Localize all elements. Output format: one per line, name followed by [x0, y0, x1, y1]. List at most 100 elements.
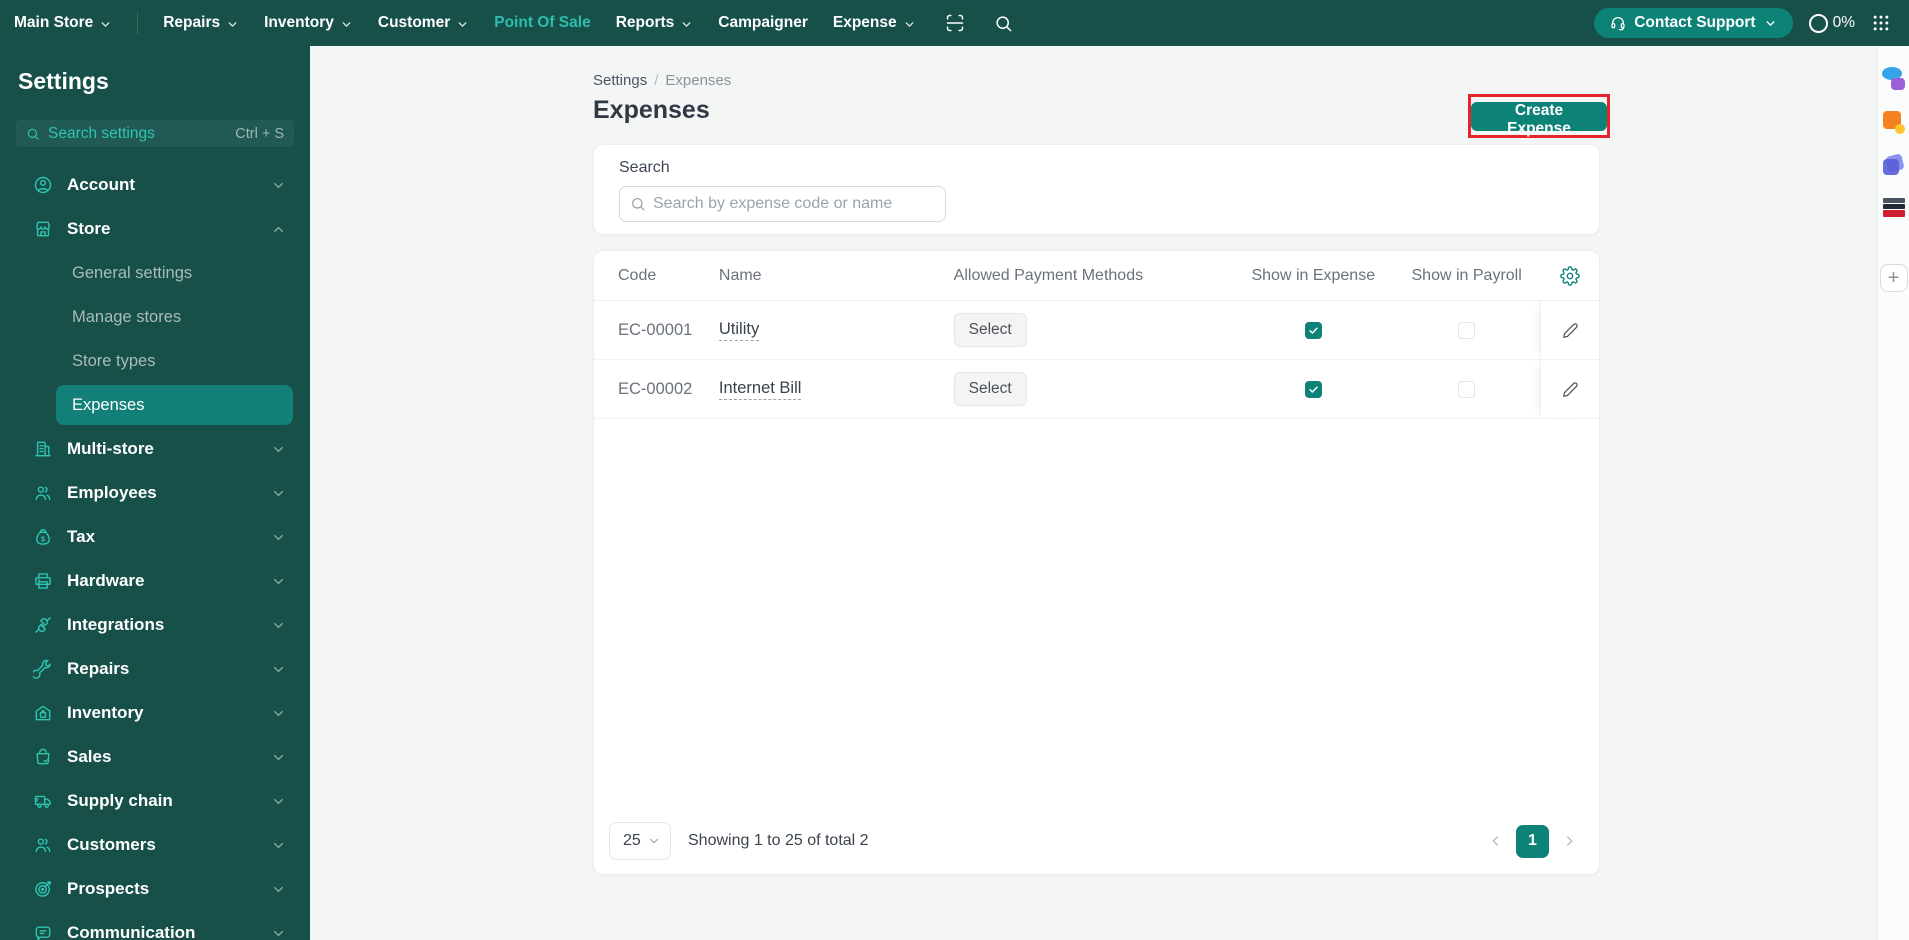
table-actions-header	[1540, 251, 1599, 300]
sidebar-item-inventory[interactable]: Inventory	[0, 691, 310, 735]
chevron-down-icon	[271, 574, 286, 589]
nav-item-inventory[interactable]: Inventory	[264, 14, 353, 32]
breadcrumb-settings-link[interactable]: Settings	[593, 72, 647, 89]
nav-item-reports[interactable]: Reports	[616, 14, 694, 32]
sidebar-item-label: Prospects	[67, 879, 150, 898]
app-grid-icon[interactable]	[1871, 13, 1891, 33]
sidebar-item-label: Inventory	[67, 703, 144, 722]
global-search-icon[interactable]	[994, 14, 1013, 33]
sidebar-item-multi-store[interactable]: Multi-store	[0, 427, 310, 471]
sidebar-item-label: Supply chain	[67, 791, 173, 810]
nav-item-customer[interactable]: Customer	[378, 14, 469, 32]
breadcrumb-separator: /	[654, 72, 659, 89]
sidebar-item-repairs[interactable]: Repairs	[0, 647, 310, 691]
usage-percent: 0%	[1832, 14, 1855, 31]
money-bag-icon: $	[33, 527, 53, 547]
edit-expense-button[interactable]	[1558, 318, 1583, 343]
chevron-down-icon	[456, 18, 469, 31]
settings-sidebar: Settings Search settings Ctrl + S Accoun…	[0, 46, 310, 940]
chevron-down-icon	[903, 18, 916, 31]
sidebar-item-account[interactable]: Account	[0, 163, 310, 207]
expense-search-input[interactable]	[653, 195, 935, 213]
sidebar-subitem-label: Expenses	[72, 395, 145, 414]
page-size-value: 25	[623, 832, 641, 849]
sidebar-subitem-store-types[interactable]: Store types	[0, 339, 310, 383]
chevron-down-icon	[271, 618, 286, 633]
red-stack-app-icon[interactable]	[1881, 195, 1907, 221]
sidebar-item-label: Employees	[67, 483, 157, 502]
expense-search-field	[619, 186, 946, 222]
allowed-payment-methods-cell: Select	[953, 313, 1234, 347]
show-in-payroll-checkbox-unchecked[interactable]	[1458, 380, 1476, 398]
sidebar-subitem-general-settings[interactable]: General settings	[0, 251, 310, 295]
sidebar-item-store[interactable]: Store	[0, 207, 310, 251]
sidebar-item-integrations[interactable]: Integrations	[0, 603, 310, 647]
main-content: Settings / Expenses Expenses Create Expe…	[310, 46, 1909, 940]
settings-search-input[interactable]: Search settings Ctrl + S	[16, 120, 294, 147]
orange-app-icon[interactable]	[1881, 109, 1907, 135]
nav-item-label: Customer	[377, 14, 451, 31]
sidebar-title: Settings	[18, 68, 109, 94]
nav-item-campaigner[interactable]: Campaigner	[718, 14, 808, 32]
sidebar-item-label: Hardware	[67, 571, 145, 590]
nav-item-point-of-sale[interactable]: Point Of Sale	[494, 14, 590, 32]
svg-text:$: $	[41, 534, 46, 543]
plug-icon	[33, 615, 53, 635]
chevron-down-icon	[680, 18, 693, 31]
top-nav-menu: Main Store Repairs Inventory Customer Point …	[14, 12, 1013, 34]
nav-item-label: Main Store	[14, 14, 94, 31]
column-header-label: Show in Expense	[1251, 266, 1376, 284]
expense-name-link[interactable]: Utility	[718, 320, 760, 341]
expenses-table-card: Code Name Allowed Payment Methods Show in E…	[593, 250, 1600, 875]
sidebar-item-supply-chain[interactable]: Supply chain	[0, 779, 310, 823]
select-payment-methods-button[interactable]: Select	[953, 313, 1027, 347]
create-expense-button[interactable]: Create Expense	[1471, 101, 1607, 137]
sidebar-item-customers[interactable]: Customers	[0, 823, 310, 867]
user-icon	[33, 175, 53, 195]
show-in-expense-checkbox-checked[interactable]	[1304, 321, 1322, 339]
show-in-payroll-checkbox-unchecked[interactable]	[1458, 321, 1476, 339]
chevron-down-icon	[271, 662, 286, 677]
usage-indicator[interactable]: 0%	[1808, 13, 1855, 33]
scan-icon[interactable]	[945, 13, 965, 33]
page-size-select[interactable]: 25	[609, 822, 671, 860]
nav-item-expense[interactable]: Expense	[833, 14, 916, 32]
dock-add-button[interactable]: +	[1879, 264, 1908, 292]
sidebar-item-sales[interactable]: Sales	[0, 735, 310, 779]
show-in-payroll-cell	[1393, 321, 1540, 339]
chevron-down-icon	[271, 706, 286, 721]
expense-code-cell: EC-00002	[618, 380, 719, 399]
select-payment-methods-button[interactable]: Select	[953, 372, 1027, 406]
next-page-chevron-icon[interactable]	[1561, 833, 1577, 849]
row-actions-cell	[1540, 360, 1599, 418]
previous-page-chevron-icon[interactable]	[1488, 833, 1504, 849]
sidebar-item-hardware[interactable]: Hardware	[0, 559, 310, 603]
sidebar-item-prospects[interactable]: Prospects	[0, 867, 310, 911]
table-settings-gear-icon[interactable]	[1559, 265, 1580, 286]
column-header-label: Allowed Payment Methods	[953, 266, 1144, 284]
nav-item-label: Campaigner	[718, 14, 808, 31]
expense-name-link[interactable]: Internet Bill	[718, 379, 802, 400]
sidebar-item-tax[interactable]: $ Tax	[0, 515, 310, 559]
chat-app-icon[interactable]	[1881, 66, 1907, 92]
search-icon	[26, 127, 40, 141]
chat-icon	[33, 923, 53, 940]
page-1-button[interactable]: 1	[1516, 824, 1549, 858]
sidebar-subitem-manage-stores[interactable]: Manage stores	[0, 295, 310, 339]
contact-support-button[interactable]: Contact Support	[1594, 8, 1793, 38]
nav-item-repairs[interactable]: Repairs	[163, 14, 239, 32]
chevron-down-icon	[271, 750, 286, 765]
settings-search-placeholder: Search settings	[48, 124, 155, 142]
nav-item-main-store[interactable]: Main Store	[14, 14, 112, 32]
expense-code: EC-00001	[618, 320, 693, 339]
column-header-label: Name	[718, 266, 762, 284]
shopping-bag-icon	[33, 747, 53, 767]
search-panel: Search	[593, 144, 1600, 235]
nav-item-label: Point Of Sale	[494, 14, 591, 31]
sidebar-item-communication[interactable]: Communication	[0, 911, 310, 940]
edit-expense-button[interactable]	[1558, 377, 1583, 402]
purple-squares-app-icon[interactable]	[1881, 152, 1907, 178]
sidebar-subitem-expenses[interactable]: Expenses	[56, 385, 293, 425]
show-in-expense-checkbox-checked[interactable]	[1304, 380, 1322, 398]
sidebar-item-employees[interactable]: Employees	[0, 471, 310, 515]
